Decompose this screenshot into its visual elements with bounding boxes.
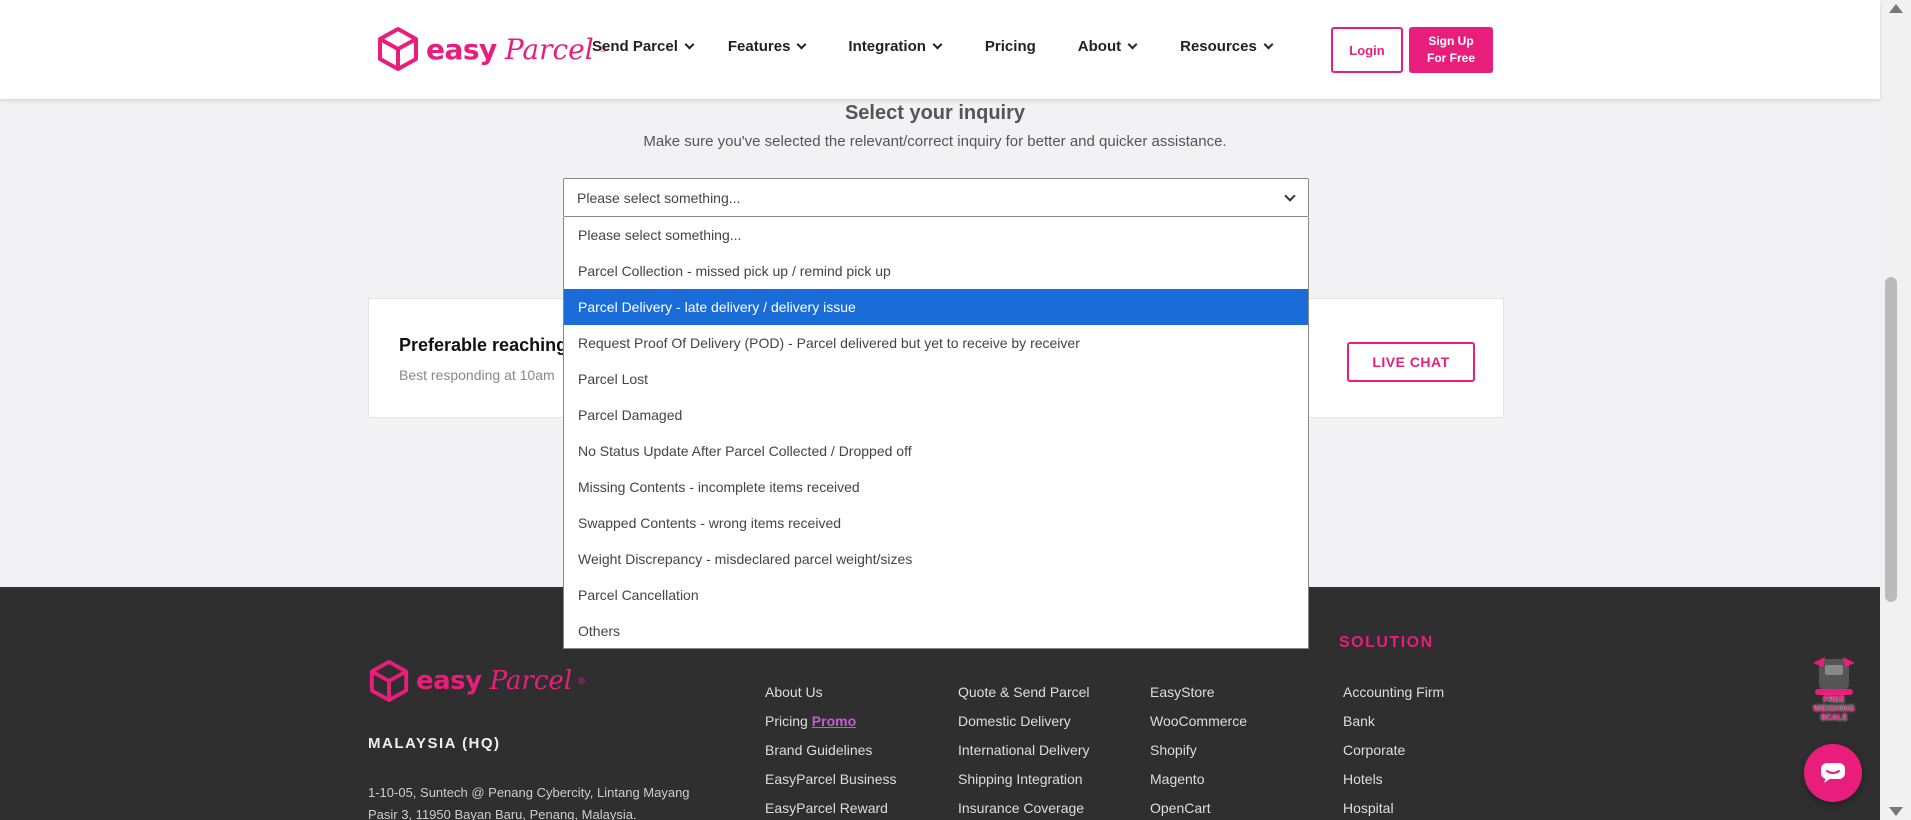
select-option[interactable]: Parcel Lost bbox=[564, 361, 1308, 397]
footer-link[interactable]: International Delivery bbox=[958, 740, 1090, 769]
select-option[interactable]: No Status Update After Parcel Collected … bbox=[564, 433, 1308, 469]
chat-launcher-button[interactable] bbox=[1804, 744, 1862, 802]
select-option[interactable]: Parcel Collection - missed pick up / rem… bbox=[564, 253, 1308, 289]
footer-link[interactable]: Accounting Firm bbox=[1343, 682, 1444, 711]
select-option[interactable]: Weight Discrepancy - misdeclared parcel … bbox=[564, 541, 1308, 577]
live-chat-button[interactable]: LIVE CHAT bbox=[1347, 342, 1475, 382]
footer-logo[interactable]: easy Parcel ® bbox=[368, 659, 585, 703]
footer-link-pricing[interactable]: Pricing Promo bbox=[765, 711, 897, 740]
select-option-highlighted[interactable]: Parcel Delivery - late delivery / delive… bbox=[564, 289, 1308, 325]
chevron-down-icon bbox=[684, 39, 695, 50]
chevron-down-icon bbox=[932, 39, 943, 50]
chat-icon bbox=[1821, 763, 1845, 783]
page-title: Select your inquiry bbox=[844, 102, 1026, 124]
select-option[interactable]: Swapped Contents - wrong items received bbox=[564, 505, 1308, 541]
scroll-down-arrow-icon[interactable] bbox=[1889, 807, 1903, 816]
select-option[interactable]: Please select something... bbox=[564, 217, 1308, 253]
nav-features[interactable]: Features bbox=[727, 38, 807, 55]
footer-link[interactable]: EasyParcel Business bbox=[765, 769, 897, 798]
footer-solution-heading: SOLUTION bbox=[1339, 634, 1434, 651]
promo-badge[interactable]: Promo bbox=[812, 713, 856, 729]
footer-link[interactable]: Domestic Delivery bbox=[958, 711, 1090, 740]
select-option[interactable]: Request Proof Of Delivery (POD) - Parcel… bbox=[564, 325, 1308, 361]
nav-label: Send Parcel bbox=[592, 38, 678, 55]
page-subtitle: Make sure you've selected the relevant/c… bbox=[643, 133, 1227, 150]
scroll-up-arrow-icon[interactable] bbox=[1889, 4, 1903, 13]
footer-link[interactable]: Bank bbox=[1343, 711, 1444, 740]
inquiry-options-list: Please select something... Parcel Collec… bbox=[563, 217, 1309, 649]
footer-address: 1-10-05, Suntech @ Penang Cybercity, Lin… bbox=[368, 782, 728, 820]
nav-resources[interactable]: Resources bbox=[1180, 38, 1274, 55]
weighing-label-line: FREE bbox=[1823, 695, 1845, 704]
chevron-down-icon bbox=[1284, 190, 1296, 202]
footer-link[interactable]: Shopify bbox=[1150, 740, 1247, 769]
contact-card-title: Preferable reaching t bbox=[399, 335, 579, 355]
footer-link[interactable]: EasyParcel Reward bbox=[765, 798, 897, 820]
box-logo-icon bbox=[369, 660, 409, 702]
free-weighing-scale-widget[interactable]: FREE WEIGHING SCALE bbox=[1805, 655, 1863, 725]
logo-registered-mark: ® bbox=[578, 676, 585, 686]
footer-link[interactable]: Magento bbox=[1150, 769, 1247, 798]
nav-about[interactable]: About bbox=[1077, 38, 1138, 55]
select-option[interactable]: Others bbox=[564, 613, 1308, 649]
footer-link-label: Pricing bbox=[765, 713, 808, 729]
chevron-down-icon bbox=[1263, 39, 1274, 50]
page-scrollbar[interactable] bbox=[1880, 0, 1911, 820]
chevron-down-icon bbox=[1127, 39, 1138, 50]
login-button[interactable]: Login bbox=[1331, 27, 1403, 73]
footer-col-company: About Us Pricing Promo Brand Guidelines E… bbox=[765, 682, 897, 820]
weighing-scale-label: FREE WEIGHING SCALE bbox=[1805, 695, 1863, 722]
footer-hq-label: MALAYSIA (HQ) bbox=[368, 735, 501, 752]
footer-link[interactable]: Corporate bbox=[1343, 740, 1444, 769]
logo-script-text: Parcel bbox=[489, 666, 573, 696]
logo-text: easy bbox=[416, 666, 482, 696]
weighing-label-line: WEIGHING bbox=[1813, 704, 1855, 713]
logo-text: easy bbox=[426, 32, 497, 66]
inquiry-select[interactable]: Please select something... bbox=[563, 178, 1309, 217]
nav-integration[interactable]: Integration bbox=[848, 38, 943, 55]
select-value: Please select something... bbox=[577, 190, 741, 206]
footer-link[interactable]: WooCommerce bbox=[1150, 711, 1247, 740]
address-line: Pasir 3, 11950 Bayan Baru, Penang, Malay… bbox=[368, 807, 637, 820]
footer-col-services: Quote & Send Parcel Domestic Delivery In… bbox=[958, 682, 1090, 820]
nav-label: About bbox=[1077, 38, 1122, 55]
chevron-down-icon bbox=[796, 39, 807, 50]
weighing-scale-icon bbox=[1813, 657, 1855, 695]
nav-label: Features bbox=[727, 38, 791, 55]
site-header: easy Parcel ® Send Parcel Features Integ… bbox=[0, 0, 1880, 99]
logo-script-text: Parcel bbox=[504, 32, 594, 66]
footer-link[interactable]: Quote & Send Parcel bbox=[958, 682, 1090, 711]
footer-link[interactable]: EasyStore bbox=[1150, 682, 1247, 711]
signup-line-2: For Free bbox=[1426, 51, 1475, 65]
nav-send-parcel[interactable]: Send Parcel bbox=[592, 38, 695, 55]
nav-label: Resources bbox=[1180, 38, 1257, 55]
box-logo-icon bbox=[378, 27, 418, 71]
footer-link[interactable]: Shipping Integration bbox=[958, 769, 1090, 798]
footer-link[interactable]: OpenCart bbox=[1150, 798, 1247, 820]
nav-label: Integration bbox=[848, 38, 926, 55]
footer-col-integrations: EasyStore WooCommerce Shopify Magento Op… bbox=[1150, 682, 1247, 820]
signup-line-1: Sign Up bbox=[1428, 34, 1474, 48]
footer-link[interactable]: Brand Guidelines bbox=[765, 740, 897, 769]
signup-button[interactable]: Sign Up For Free bbox=[1409, 27, 1493, 73]
footer-col-solution: Accounting Firm Bank Corporate Hotels Ho… bbox=[1343, 682, 1444, 820]
footer-link[interactable]: Hospital bbox=[1343, 798, 1444, 820]
select-option[interactable]: Parcel Cancellation bbox=[564, 577, 1308, 613]
easyparcel-logo[interactable]: easy Parcel ® bbox=[376, 26, 606, 72]
contact-card-subtitle: Best responding at 10am bbox=[399, 367, 555, 383]
footer-link[interactable]: Insurance Coverage bbox=[958, 798, 1090, 820]
select-option[interactable]: Missing Contents - incomplete items rece… bbox=[564, 469, 1308, 505]
footer-link[interactable]: About Us bbox=[765, 682, 897, 711]
weighing-label-line: SCALE bbox=[1820, 713, 1848, 722]
footer-link[interactable]: Hotels bbox=[1343, 769, 1444, 798]
address-line: 1-10-05, Suntech @ Penang Cybercity, Lin… bbox=[368, 785, 690, 800]
nav-label: Pricing bbox=[984, 38, 1036, 55]
select-option[interactable]: Parcel Damaged bbox=[564, 397, 1308, 433]
scrollbar-thumb[interactable] bbox=[1885, 277, 1897, 602]
main-nav: Send Parcel Features Integration Pricing… bbox=[592, 38, 1274, 55]
nav-pricing[interactable]: Pricing bbox=[985, 38, 1036, 55]
